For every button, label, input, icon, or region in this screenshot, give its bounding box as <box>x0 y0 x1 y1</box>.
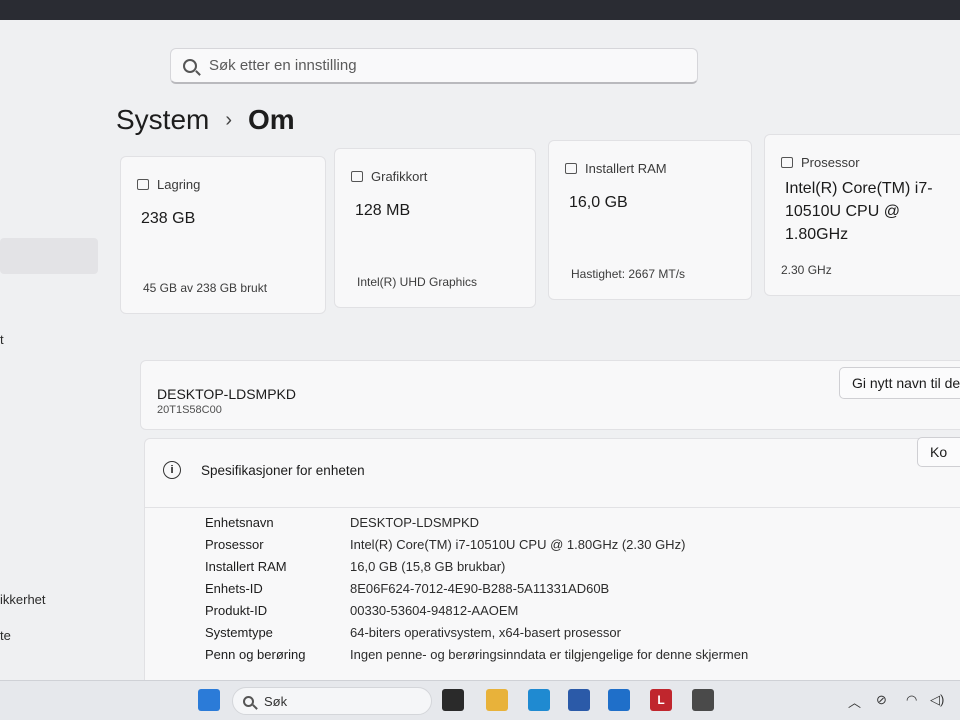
spec-label: Prosessor <box>205 537 264 552</box>
copy-button[interactable]: Ko <box>917 437 960 467</box>
card-subtext: Intel(R) UHD Graphics <box>357 275 478 289</box>
card-subtext: 45 GB av 238 GB brukt <box>143 281 268 295</box>
volume-icon[interactable]: ◁) <box>930 692 944 708</box>
sidebar-item-fragment[interactable]: te <box>0 628 11 643</box>
sidebar-item-fragment[interactable]: t <box>0 332 4 347</box>
storage-card[interactable]: Lagring 238 GB 45 GB av 238 GB brukt <box>120 156 326 314</box>
spec-row: Enhets-ID 8E06F624-7012-4E90-B288-5A1133… <box>205 581 609 596</box>
card-value: 16,0 GB <box>569 194 628 211</box>
rename-pc-button[interactable]: Gi nytt navn til de <box>839 367 960 399</box>
spec-row: Penn og berøring Ingen penne- og berørin… <box>205 647 748 662</box>
spec-row: Produkt-ID 00330-53604-94812-AAOEM <box>205 603 518 618</box>
windows-start-icon[interactable] <box>198 689 220 711</box>
graphics-card[interactable]: Grafikkort 128 MB Intel(R) UHD Graphics <box>334 148 536 308</box>
spec-label: Enhets-ID <box>205 581 263 596</box>
device-name-section: DESKTOP-LDSMPKD 20T1S58C00 Gi nytt navn … <box>140 360 960 430</box>
search-icon <box>183 58 197 73</box>
taskbar: Søk L ︿ ⊘ ◠ ◁) <box>0 680 960 720</box>
graphics-card-icon <box>351 171 363 182</box>
spec-row: Systemtype 64-biters operativsystem, x64… <box>205 625 621 640</box>
spec-label: Produkt-ID <box>205 603 268 618</box>
processor-icon <box>781 157 793 168</box>
spec-row: Prosessor Intel(R) Core(TM) i7-10510U CP… <box>205 537 685 552</box>
spec-label: Penn og berøring <box>205 647 306 662</box>
spec-label: Systemtype <box>205 625 273 640</box>
taskbar-search[interactable]: Søk <box>232 687 432 715</box>
device-name: DESKTOP-LDSMPKD <box>157 386 296 402</box>
specifications-header[interactable]: i Spesifikasjoner for enheten <box>163 461 365 479</box>
spec-value: DESKTOP-LDSMPKD <box>350 515 480 530</box>
ram-card[interactable]: Installert RAM 16,0 GB Hastighet: 2667 M… <box>548 140 752 300</box>
card-value: 238 GB <box>141 210 196 227</box>
spec-value: Ingen penne- og berøringsinndata er tilg… <box>350 647 749 662</box>
spec-row: Enhetsnavn DESKTOP-LDSMPKD <box>205 515 479 530</box>
settings-search-box[interactable]: Søk etter en innstilling <box>170 48 698 84</box>
processor-card[interactable]: Prosessor Intel(R) Core(TM) i7-10510U CP… <box>764 134 960 296</box>
spec-value: 00330-53604-94812-AAOEM <box>350 603 519 618</box>
card-subtext: Hastighet: 2667 MT/s <box>571 267 686 281</box>
ram-icon <box>565 163 577 174</box>
storage-icon <box>137 179 149 190</box>
settings-icon[interactable] <box>692 689 714 711</box>
card-value: 128 MB <box>355 202 411 219</box>
spec-value: 16,0 GB (15,8 GB brukbar) <box>350 559 506 574</box>
breadcrumb: System › Om <box>116 104 295 136</box>
settings-window: Søk etter en innstilling System › Om t i… <box>0 20 960 680</box>
card-title: Installert RAM <box>585 161 667 176</box>
info-icon: i <box>163 461 181 479</box>
card-title: Grafikkort <box>371 169 428 184</box>
device-specifications-section: i Spesifikasjoner for enheten Ko Enhetsn… <box>144 437 960 680</box>
spec-value: 64-biters operativsystem, x64-basert pro… <box>350 625 621 640</box>
outlook-icon[interactable] <box>608 689 630 711</box>
sidebar-item-fragment[interactable]: ikkerhet <box>0 592 46 607</box>
divider <box>145 507 960 508</box>
camera-off-icon[interactable]: ⊘ <box>876 692 887 708</box>
search-icon <box>243 695 254 707</box>
card-title: Prosessor <box>801 155 860 170</box>
edge-icon[interactable] <box>528 689 550 711</box>
breadcrumb-system[interactable]: System <box>116 104 209 136</box>
page-title: Om <box>248 104 295 135</box>
card-subtext: 2.30 GHz <box>781 263 832 277</box>
spec-label: Enhetsnavn <box>205 515 274 530</box>
spec-value: 8E06F624-7012-4E90-B288-5A11331AD60B <box>350 581 610 596</box>
card-title: Lagring <box>157 177 201 192</box>
chevron-up-icon[interactable]: ︿ <box>848 692 861 711</box>
spec-value: Intel(R) Core(TM) i7-10510U CPU @ 1.80GH… <box>350 537 686 552</box>
l-app-icon[interactable]: L <box>650 689 672 711</box>
spec-row: Installert RAM 16,0 GB (15,8 GB brukbar) <box>205 559 505 574</box>
microsoft-store-icon[interactable] <box>568 689 590 711</box>
task-view-icon[interactable] <box>442 689 464 711</box>
section-title: Spesifikasjoner for enheten <box>201 462 365 478</box>
card-value: Intel(R) Core(TM) i7-10510U CPU @ 1.80GH… <box>785 180 933 243</box>
file-explorer-icon[interactable] <box>486 689 508 711</box>
wifi-icon[interactable]: ◠ <box>906 692 917 708</box>
taskbar-search-label: Søk <box>264 693 288 709</box>
sidebar-selected-item[interactable] <box>0 238 98 274</box>
chevron-right-icon: › <box>225 108 233 131</box>
search-input[interactable]: Søk etter en innstilling <box>209 57 357 74</box>
spec-label: Installert RAM <box>205 559 287 574</box>
device-model: 20T1S58C00 <box>157 404 222 416</box>
